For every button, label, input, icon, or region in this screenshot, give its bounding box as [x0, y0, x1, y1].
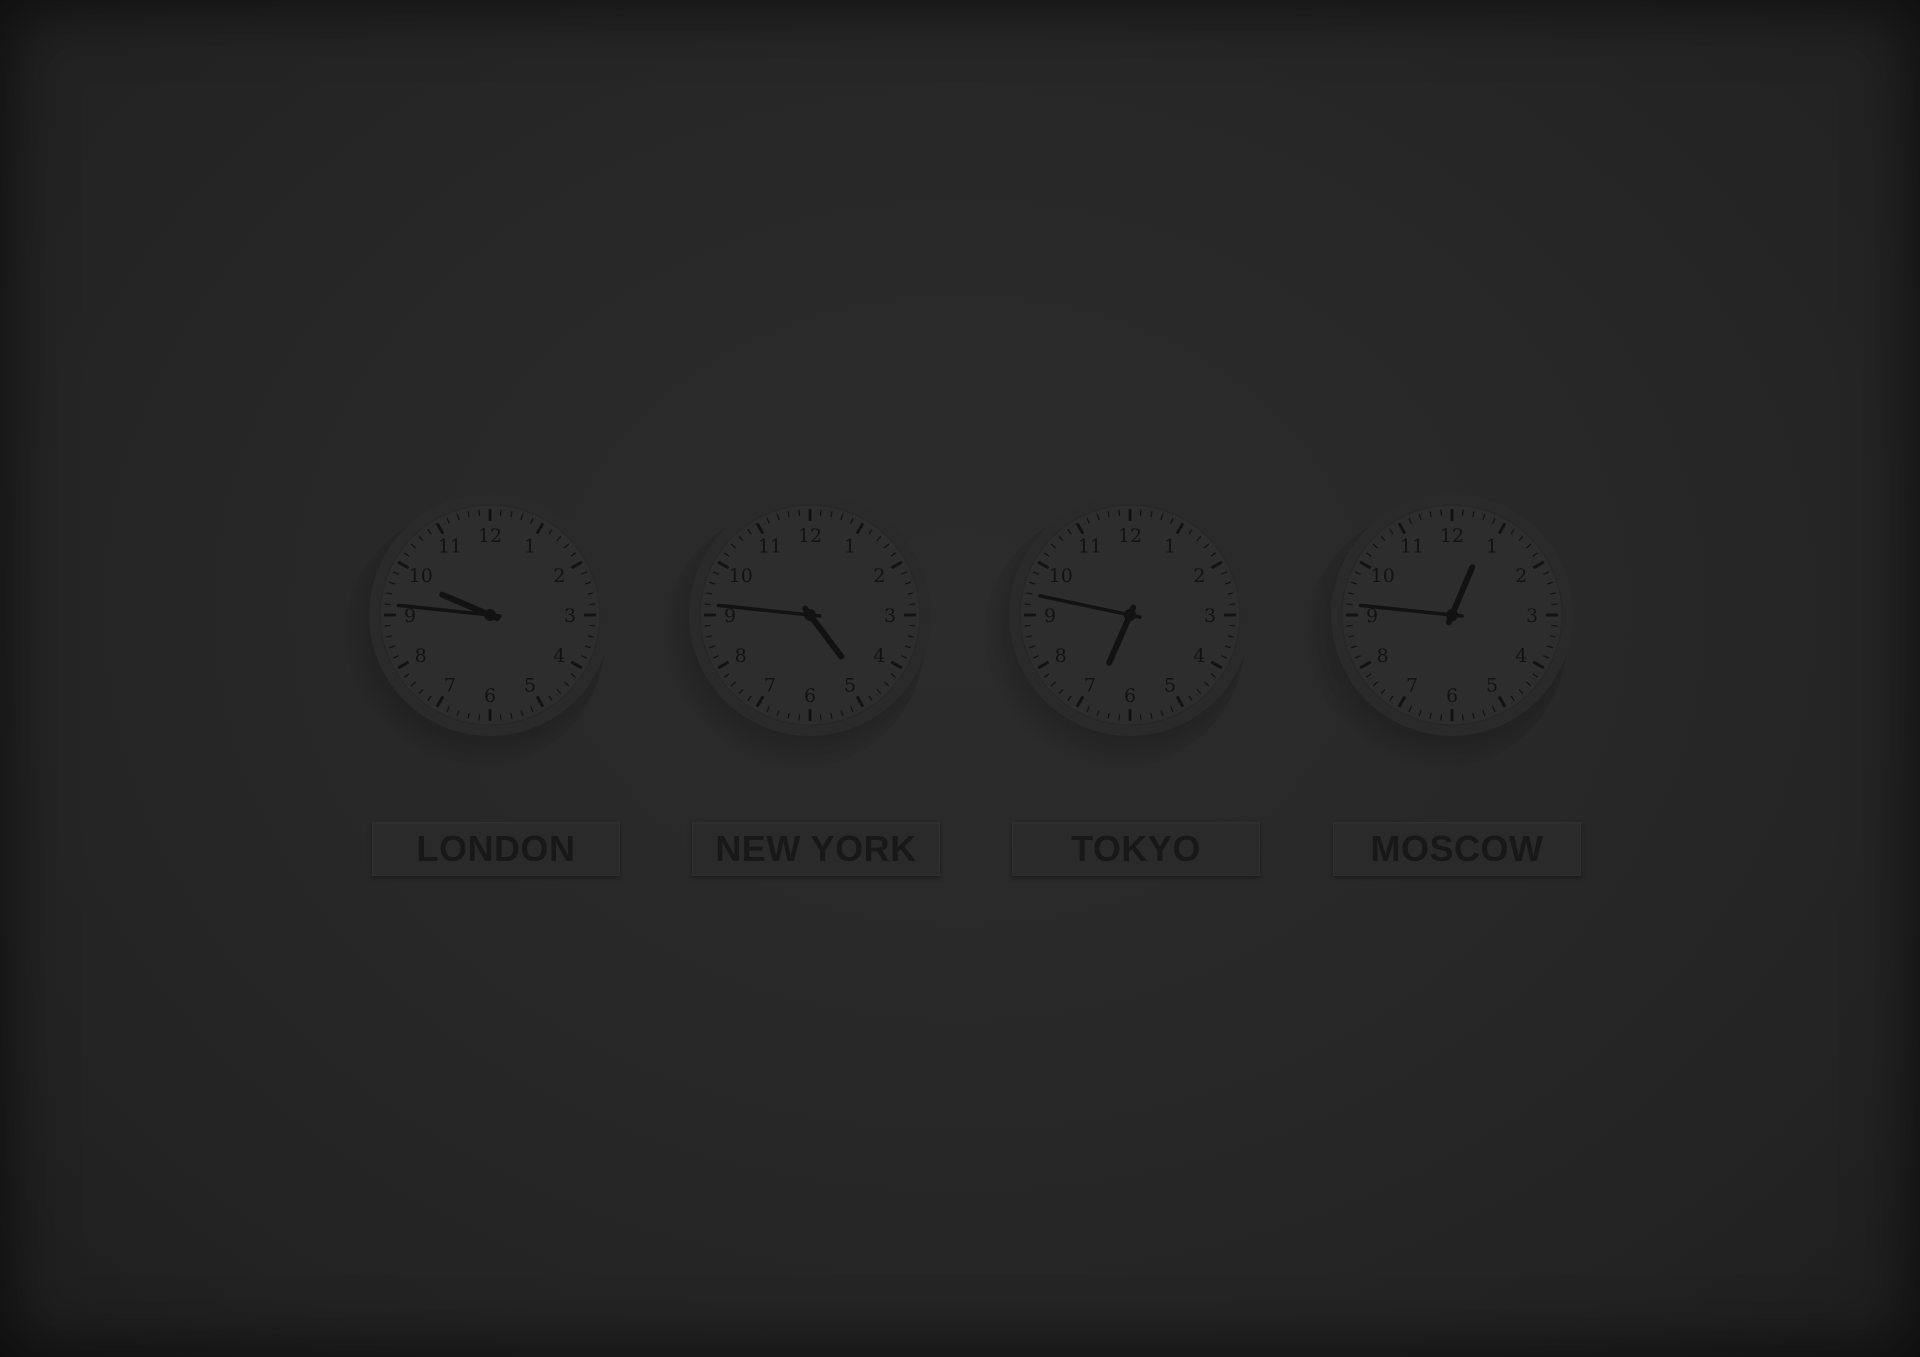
- minute-tick: [589, 624, 596, 627]
- minute-tick: [1440, 509, 1443, 516]
- dial-number: 10: [1049, 565, 1073, 587]
- city-label: MOSCOW: [1370, 828, 1544, 869]
- center-cap: [804, 609, 816, 621]
- dial-number: 7: [444, 674, 456, 696]
- minute-tick: [819, 509, 822, 516]
- minute-tick: [1139, 714, 1142, 721]
- dial-number: 3: [1526, 605, 1538, 627]
- dial-number: 11: [1400, 536, 1424, 558]
- minute-tick: [499, 509, 502, 516]
- city-plate-london: LONDON: [372, 822, 620, 876]
- minute-tick: [478, 714, 481, 721]
- minute-tick: [1440, 714, 1443, 721]
- clock-face: 12 1234567891011: [689, 494, 931, 736]
- dial-number: 12: [478, 525, 502, 547]
- minute-tick: [1024, 624, 1031, 627]
- minute-tick: [819, 714, 822, 721]
- minute-tick: [704, 624, 711, 627]
- minute-tick: [384, 603, 391, 606]
- minute-tick: [1024, 603, 1031, 606]
- dial-number: 12: [1440, 525, 1464, 547]
- center-cap: [1446, 609, 1458, 621]
- clock-face: 12 1234567891011: [369, 494, 611, 736]
- dial-number: 4: [553, 645, 565, 667]
- city-plate-moscow: MOSCOW: [1333, 822, 1581, 876]
- minute-tick: [384, 624, 391, 627]
- city-plate-new-york: NEW YORK: [692, 822, 940, 876]
- clock-new-york: 12 1 2 3 4 5 6 7 8 9 10 11: [663, 490, 935, 770]
- clock-london: 12 1 2 3 4 5 6 7 8 9 10 11: [343, 490, 615, 770]
- minute-tick: [909, 624, 916, 627]
- minute-tick: [798, 714, 801, 721]
- wall-scene: 12 1 2 3 4 5 6 7 8 9 10 11 12 1 2 3 4 5 6 7 8 9 10 11 12 1 2 3 4 5 6…: [0, 0, 1920, 1357]
- minute-tick: [589, 603, 596, 606]
- clock-tokyo: 12 1 2 3 4 5 6 7 8 9 10 11: [983, 490, 1255, 770]
- city-label: TOKYO: [1071, 828, 1201, 869]
- dial-number: 6: [1124, 685, 1136, 707]
- dial-number: 6: [804, 685, 816, 707]
- minute-tick: [1551, 603, 1558, 606]
- clock-moscow: 12 1 2 3 4 5 6 7 8 9 10 11: [1305, 490, 1577, 770]
- dial-number: 10: [409, 565, 433, 587]
- dial-number: 12: [1118, 525, 1142, 547]
- dial-number: 4: [1515, 645, 1527, 667]
- dial-number: 3: [884, 605, 896, 627]
- minute-tick: [704, 603, 711, 606]
- minute-tick: [1118, 509, 1121, 516]
- minute-tick: [1118, 714, 1121, 721]
- dial-number: 9: [1044, 605, 1056, 627]
- dial-number: 11: [438, 536, 462, 558]
- city-label: LONDON: [416, 828, 576, 869]
- dial-number: 5: [844, 674, 856, 696]
- clock-face: 12 12 3 45 6 78 9 1011: [1009, 494, 1251, 736]
- clock-face: 12 1234567891011: [1331, 494, 1573, 736]
- center-cap: [1124, 609, 1136, 621]
- minute-tick: [1229, 603, 1236, 606]
- dial-number: 10: [729, 565, 753, 587]
- city-plate-tokyo: TOKYO: [1012, 822, 1260, 876]
- minute-tick: [909, 603, 916, 606]
- dial-number: 4: [1193, 645, 1205, 667]
- dial-number: 7: [764, 674, 776, 696]
- minute-tick: [1461, 509, 1464, 516]
- dial-number: 1: [524, 536, 536, 558]
- dial-number: 7: [1084, 674, 1096, 696]
- dial-number: 5: [1486, 674, 1498, 696]
- dial-number: 8: [1377, 645, 1389, 667]
- dial-number: 1: [844, 536, 856, 558]
- dial-number: 8: [415, 645, 427, 667]
- minute-tick: [1346, 624, 1353, 627]
- dial-number: 2: [873, 565, 885, 587]
- dial-number: 5: [524, 674, 536, 696]
- dial-number: 1: [1486, 536, 1498, 558]
- vignette-overlay: [0, 0, 1920, 1357]
- dial-number: 8: [1055, 645, 1067, 667]
- minute-tick: [1551, 624, 1558, 627]
- minute-tick: [798, 509, 801, 516]
- dial-number: 6: [1446, 685, 1458, 707]
- dial-number: 7: [1406, 674, 1418, 696]
- minute-tick: [478, 509, 481, 516]
- dial-number: 4: [873, 645, 885, 667]
- minute-tick: [499, 714, 502, 721]
- dial-number: 2: [1193, 565, 1205, 587]
- minute-tick: [1461, 714, 1464, 721]
- dial-number: 3: [564, 605, 576, 627]
- dial-number: 2: [1515, 565, 1527, 587]
- dial-number: 6: [484, 685, 496, 707]
- dial-number: 8: [735, 645, 747, 667]
- dial-number: 11: [758, 536, 782, 558]
- minute-tick: [1139, 509, 1142, 516]
- dial-number: 11: [1078, 536, 1102, 558]
- dial-number: 1: [1164, 536, 1176, 558]
- dial-number: 10: [1371, 565, 1395, 587]
- dial-number: 12: [798, 525, 822, 547]
- dial-number: 2: [553, 565, 565, 587]
- city-label: NEW YORK: [715, 828, 917, 869]
- dial-number: 3: [1204, 605, 1216, 627]
- minute-tick: [1229, 624, 1236, 627]
- dial-number: 5: [1164, 674, 1176, 696]
- minute-tick: [1346, 603, 1353, 606]
- center-cap: [484, 609, 496, 621]
